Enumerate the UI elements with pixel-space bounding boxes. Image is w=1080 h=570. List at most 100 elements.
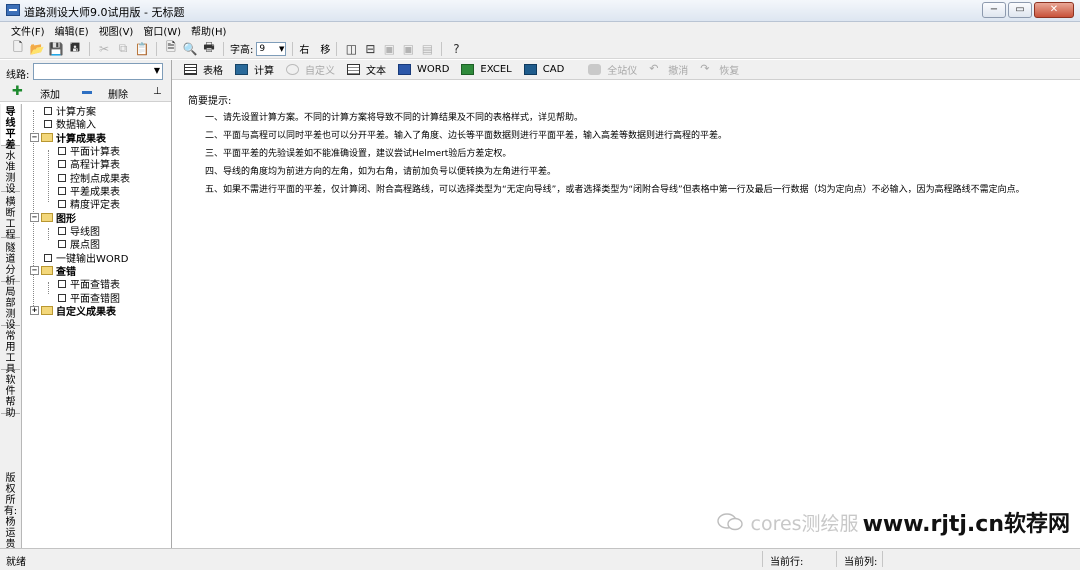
calc-button[interactable]: 计算 [229,61,280,79]
folder-icon [41,306,53,315]
route-select[interactable]: ▼ [33,63,163,80]
tree-guide [48,228,49,240]
hint-line: 四、导线的角度均为前进方向的左角，如为右角，请前加负号以便转换为左角进行平差。 [205,167,557,177]
toolbar-divider [156,41,157,56]
menu-help[interactable]: 帮助(H) [186,23,231,38]
print-icon[interactable]: 🖶 [201,40,217,57]
expand-icon[interactable]: + [30,306,39,315]
menu-window[interactable]: 窗口(W) [138,23,186,38]
watermark-site-text: www.rjtj.cn软荐网 [862,512,1070,537]
tree-folder-custom-results[interactable]: + 自定义成果表 [30,304,116,318]
custom-button[interactable]: 自定义 [280,61,341,79]
collapse-icon[interactable]: − [30,266,39,275]
menu-edit[interactable]: 编辑(E) [50,23,94,38]
redo-icon: ↷ [700,62,710,75]
checkbox[interactable] [44,119,52,128]
watermark: cores测绘服 www.rjtj.cn软荐网 [716,506,1070,538]
status-divider [836,551,837,567]
checkbox[interactable] [58,199,66,208]
tree-item-plane-error-table[interactable]: 平面查错表 [58,277,120,291]
align-right-button[interactable]: 右 [299,41,309,56]
paste-icon[interactable]: 📋 [134,41,150,57]
checkbox[interactable] [58,239,66,248]
window-title: 道路测设大师9.0试用版 - 无标题 [24,6,185,19]
move-button[interactable]: 移 [320,41,330,56]
table-button[interactable]: 表格 [178,61,229,79]
folder-icon [41,266,53,275]
route-label: 线路: [6,70,30,81]
excel-button[interactable]: EXCEL [455,61,517,79]
tab-software-help[interactable]: 软件帮助 [1,372,20,419]
layout-left-icon[interactable]: ◫ [343,41,359,57]
layout-a-icon[interactable]: ▣ [381,41,397,57]
tab-traverse-adjust[interactable]: 导线平差 [1,104,20,151]
status-bar: 就绪 当前行: 当前列: [0,548,1080,570]
minus-icon[interactable] [82,91,92,94]
hint-title: 简要提示: [188,96,232,107]
open-folder-icon[interactable]: 📂 [29,41,45,57]
watermark-faded-text: cores测绘服 [750,512,859,535]
app-icon [6,4,20,16]
layout-minus-icon[interactable]: ⊟ [362,41,378,57]
tree-guide [48,282,49,294]
plus-icon[interactable]: ✚ [12,84,23,99]
delete-button[interactable]: 删除 [108,86,128,101]
cut-icon[interactable]: ✂ [96,41,112,57]
add-button[interactable]: 添加 [40,86,60,101]
status-current-col: 当前列: [844,557,878,568]
function-tree: 计算方案 数据输入 − 计算成果表 平面计算表 高程计算表 控制点成果表 平差成果… [24,104,170,404]
document-toolbar: 表格 计算 自定义 文本 WORD EXCEL CAD 全站仪 ↶ 撤消 ↷ 恢复 [172,60,1080,80]
menu-file[interactable]: 文件(F) [6,23,50,38]
save-icon[interactable]: 💾 [48,41,64,57]
help-icon[interactable]: ? [448,41,464,57]
page-setup-icon[interactable]: 🗎 [163,40,179,57]
layout-c-icon[interactable]: ▤ [419,41,435,57]
tree-item-precision-eval[interactable]: 精度评定表 [58,197,120,211]
restore-button[interactable]: ▭ [1008,2,1032,18]
save-all-icon[interactable]: 🖪 [67,40,83,57]
minimize-button[interactable]: − [982,2,1006,18]
tab-cross-section[interactable]: 横断工程 [1,194,20,241]
cad-button[interactable]: CAD [518,61,571,79]
hint-line: 二、平面与高程可以同时平差也可以分开平差。输入了角度、边长等平面数据则进行平面平… [205,131,728,141]
copy-icon[interactable]: ⧉ [115,41,131,57]
word-button[interactable]: WORD [392,61,455,79]
checkbox[interactable] [58,186,66,195]
menu-view[interactable]: 视图(V) [94,23,139,38]
tab-local-survey[interactable]: 局部测设 [1,284,20,331]
checkbox[interactable] [58,159,66,168]
font-height-select[interactable]: 9 ▼ [256,41,287,56]
toolbar-divider [441,41,443,56]
checkbox[interactable] [44,106,52,115]
redo-button[interactable]: ↷ 恢复 [694,61,745,79]
status-divider [882,551,883,567]
pin-icon[interactable]: ⊥ [153,86,162,97]
tab-common-tools[interactable]: 常用工具 [1,328,20,375]
text-button[interactable]: 文本 [341,61,392,79]
tree-item-point-chart[interactable]: 展点图 [58,237,100,251]
checkbox[interactable] [58,293,66,302]
calc-icon [235,64,248,75]
tree-item-elev-calc[interactable]: 高程计算表 [58,157,120,171]
undo-button[interactable]: ↶ 撤消 [643,61,694,79]
checkbox[interactable] [44,253,52,262]
checkbox[interactable] [58,173,66,182]
tab-level-survey[interactable]: 水准测设 [1,148,20,195]
font-height-label: 字高: [230,45,254,56]
new-file-icon[interactable]: 🗋 [10,40,26,57]
checkbox[interactable] [58,146,66,155]
undo-icon: ↶ [649,62,659,75]
collapse-icon[interactable]: − [30,213,39,222]
total-station-button[interactable]: 全站仪 [582,61,643,79]
tree-item-data-input[interactable]: 数据输入 [44,117,96,131]
collapse-icon[interactable]: − [30,133,39,142]
layout-b-icon[interactable]: ▣ [400,41,416,57]
status-current-row: 当前行: [770,557,804,568]
checkbox[interactable] [58,279,66,288]
close-button[interactable]: ✕ [1034,2,1074,18]
copyright-label: 版权所有:杨运贵 [3,473,18,550]
tab-tunnel-analysis[interactable]: 隧道分析 [1,240,20,287]
chat-bubble-icon [716,513,743,531]
checkbox[interactable] [58,226,66,235]
print-preview-icon[interactable]: 🔍 [182,41,198,57]
